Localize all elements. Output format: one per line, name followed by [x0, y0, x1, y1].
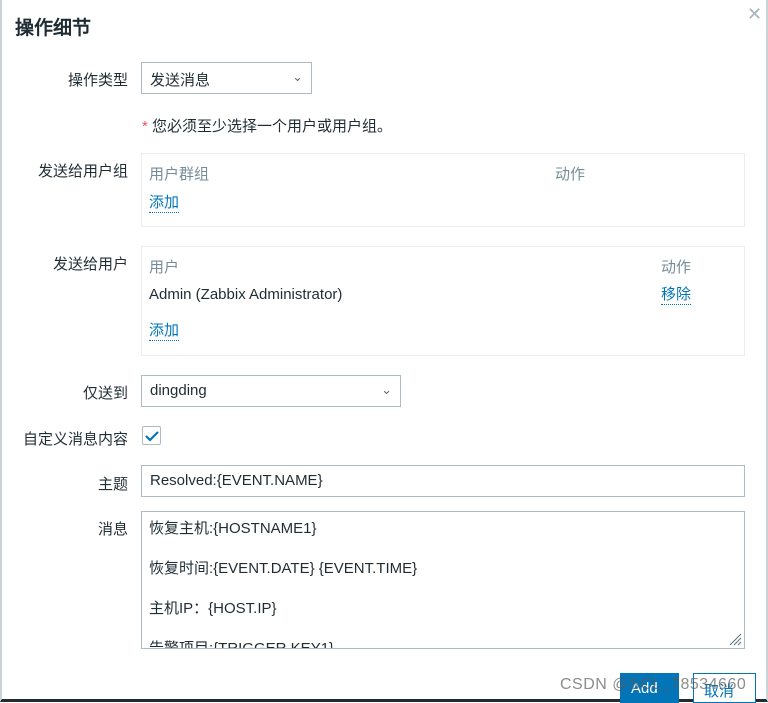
subject-value: Resolved:{EVENT.NAME} [150, 472, 323, 489]
subject-label: 主题 [97, 476, 128, 493]
resize-handle-icon[interactable] [728, 632, 742, 646]
column-header-action: 动作 [555, 166, 586, 183]
required-text: 您必须至少选择一个用户或用户组。 [147, 118, 393, 135]
add-user-group-link[interactable]: 添加 [149, 194, 180, 213]
user-groups-table: 用户群组 动作 添加 [141, 153, 745, 227]
required-note: * 您必须至少选择一个用户或用户组。 [142, 115, 392, 136]
custom-message-checkbox[interactable] [142, 426, 161, 445]
user-groups-label: 发送给用户组 [37, 163, 128, 180]
remove-user-link[interactable]: 移除 [661, 286, 692, 305]
add-button[interactable]: Add [620, 673, 679, 703]
operation-type-value: 发送消息 [150, 72, 211, 89]
close-icon[interactable]: ✕ [747, 4, 762, 25]
message-line: 主机IP：{HOST.IP} [149, 600, 277, 617]
message-line: 告警项目:{TRIGGER.KEY1} [149, 640, 335, 649]
chevron-down-icon: ⌄ [292, 69, 303, 84]
send-only-to-label: 仅送到 [82, 385, 128, 402]
column-header-action: 动作 [661, 259, 692, 276]
column-header-user: 用户 [149, 259, 180, 276]
operation-details-dialog: 操作细节 ✕ 操作类型 发送消息 ⌄ * 您必须至少选择一个用户或用户组。 发送… [0, 0, 768, 703]
add-user-link[interactable]: 添加 [149, 322, 180, 341]
message-line: 恢复主机:{HOSTNAME1} [149, 520, 317, 537]
message-label: 消息 [97, 521, 128, 538]
users-table: 用户 动作 Admin (Zabbix Administrator) 移除 添加 [141, 246, 745, 356]
cancel-button[interactable]: 取消 [693, 673, 756, 703]
custom-message-label: 自定义消息内容 [22, 431, 128, 448]
operation-type-select[interactable]: 发送消息 ⌄ [141, 62, 312, 94]
subject-input[interactable]: Resolved:{EVENT.NAME} [141, 465, 745, 497]
message-textarea[interactable]: 恢复主机:{HOSTNAME1} 恢复时间:{EVENT.DATE} {EVEN… [141, 511, 745, 649]
chevron-down-icon: ⌄ [381, 382, 392, 397]
operation-type-label: 操作类型 [67, 72, 128, 89]
users-label: 发送给用户 [52, 256, 128, 273]
send-only-to-value: dingding [150, 382, 207, 399]
dialog-title: 操作细节 [15, 18, 92, 39]
send-only-to-select[interactable]: dingding ⌄ [141, 375, 401, 407]
user-row-name: Admin (Zabbix Administrator) [149, 286, 343, 303]
message-line: 恢复时间:{EVENT.DATE} {EVENT.TIME} [149, 560, 418, 577]
checkmark-icon [145, 431, 159, 442]
column-header-user-group: 用户群组 [149, 166, 210, 183]
